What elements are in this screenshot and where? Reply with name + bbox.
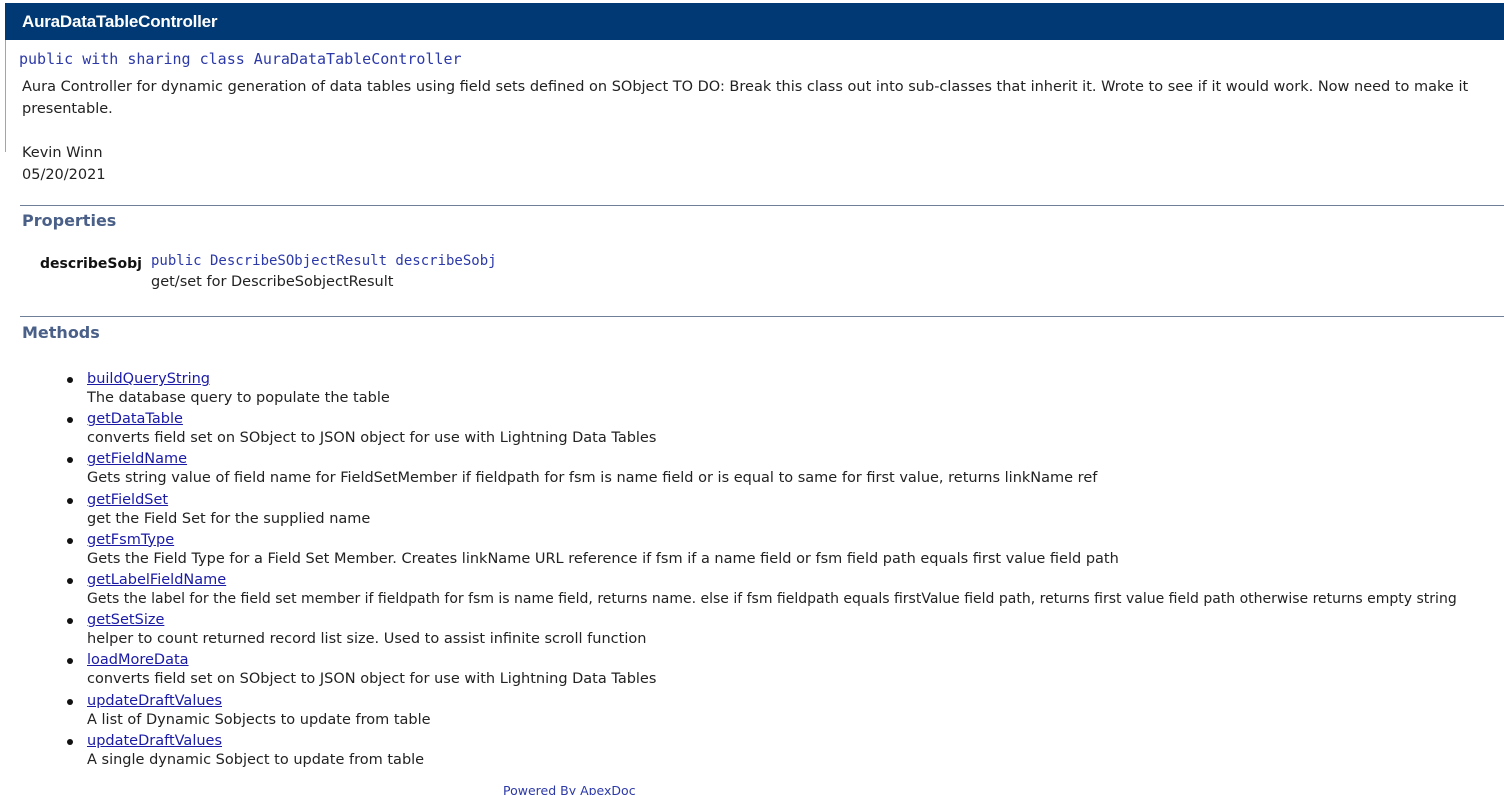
methods-heading: Methods	[22, 323, 100, 342]
method-link-getlabelfieldname[interactable]: getLabelFieldName	[87, 572, 226, 588]
method-link-updatedraftvalues[interactable]: updateDraftValues	[87, 693, 222, 709]
class-author: Kevin Winn	[22, 145, 103, 161]
property-name: describeSobj	[40, 256, 142, 272]
method-link-getfieldset[interactable]: getFieldSet	[87, 492, 168, 508]
methods-divider	[20, 316, 1504, 317]
class-description: Aura Controller for dynamic generation o…	[22, 79, 1469, 117]
method-description: Gets the Field Type for a Field Set Memb…	[87, 550, 1119, 567]
method-description: Gets the label for the field set member …	[87, 590, 1457, 607]
bullet-icon	[67, 658, 73, 665]
method-description: helper to count returned record list siz…	[87, 631, 647, 648]
method-link-getdatatable[interactable]: getDataTable	[87, 411, 183, 427]
class-header-bar: AuraDataTableController	[5, 3, 1504, 40]
method-description: The database query to populate the table	[87, 390, 390, 406]
method-description: converts field set on SObject to JSON ob…	[87, 671, 657, 688]
method-link-updatedraftvalues[interactable]: updateDraftValues	[87, 733, 222, 749]
properties-divider	[20, 205, 1504, 206]
bullet-icon	[67, 577, 73, 584]
bullet-icon	[67, 497, 73, 504]
method-description: Gets string value of field name for Fiel…	[87, 470, 1098, 487]
method-link-getfsmtype[interactable]: getFsmType	[87, 532, 174, 548]
method-description: converts field set on SObject to JSON ob…	[87, 430, 657, 447]
method-description: A list of Dynamic Sobjects to update fro…	[87, 711, 431, 728]
class-signature: public with sharing class AuraDataTableC…	[19, 50, 462, 68]
properties-heading: Properties	[22, 211, 117, 230]
bullet-icon	[67, 417, 73, 424]
class-date: 05/20/2021	[22, 167, 106, 183]
bullet-icon	[67, 738, 73, 745]
bullet-icon	[67, 698, 73, 705]
method-link-buildquerystring[interactable]: buildQueryString	[87, 371, 210, 387]
property-description: get/set for DescribeSobjectResult	[151, 274, 394, 290]
method-link-loadmoredata[interactable]: loadMoreData	[87, 652, 189, 668]
bullet-icon	[67, 537, 73, 544]
class-title: AuraDataTableController	[22, 12, 218, 31]
method-description: A single dynamic Sobject to update from …	[87, 751, 425, 768]
bullet-icon	[67, 377, 73, 383]
method-link-getsetsize[interactable]: getSetSize	[87, 612, 164, 628]
bullet-icon	[67, 618, 73, 625]
apexdoc-page: AuraDataTableController public with shar…	[0, 0, 1504, 795]
property-signature: public DescribeSObjectResult describeSob…	[151, 253, 497, 269]
method-link-getfieldname[interactable]: getFieldName	[87, 451, 187, 467]
class-author-block: Kevin Winn 05/20/2021	[22, 142, 106, 186]
method-description: get the Field Set for the supplied name	[87, 510, 371, 527]
left-divider	[5, 40, 6, 152]
bullet-icon	[67, 457, 73, 464]
powered-by-footer: Powered By ApexDoc	[503, 783, 636, 795]
